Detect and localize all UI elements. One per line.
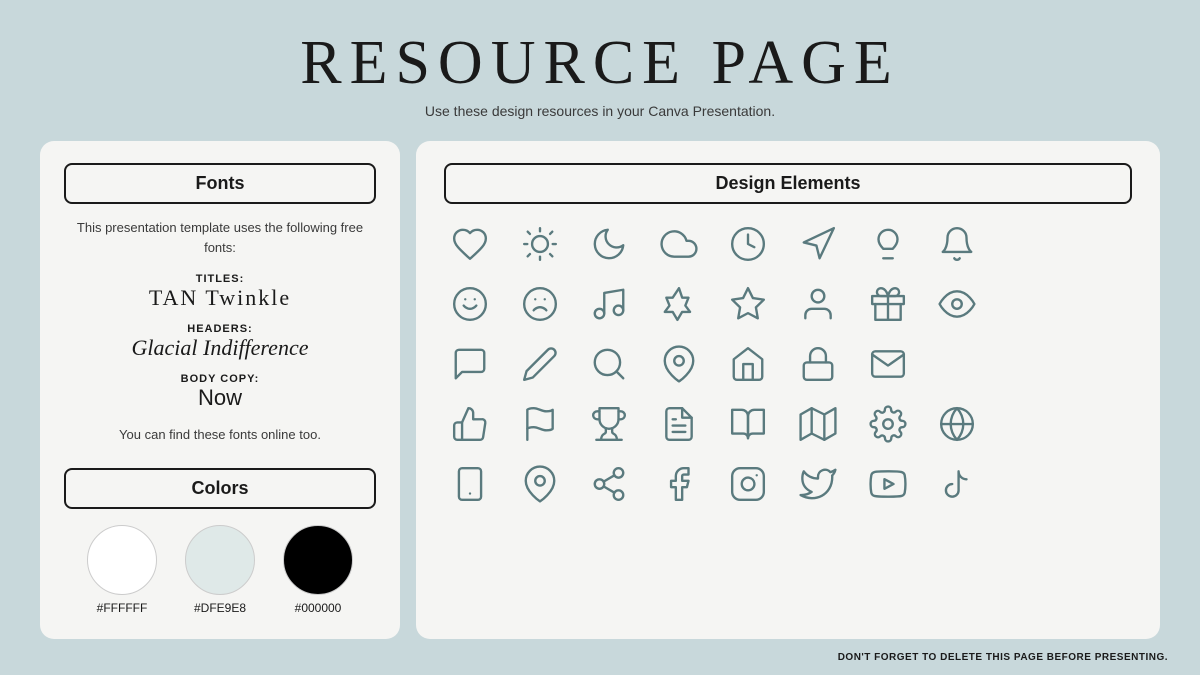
icon-user (792, 278, 844, 330)
font-label-body: BODY COPY: (64, 373, 376, 385)
page-subtitle: Use these design resources in your Canva… (300, 103, 900, 119)
icon-settings (862, 398, 914, 450)
color-swatch-white: #FFFFFF (87, 525, 157, 615)
color-hex-light: #DFE9E8 (194, 601, 246, 615)
footer-note: DON'T FORGET TO DELETE THIS PAGE BEFORE … (838, 652, 1168, 663)
icon-gift (862, 278, 914, 330)
icon-placeholder-r2c9 (1001, 278, 1053, 330)
icon-frown (514, 278, 566, 330)
design-elements-grid (444, 218, 1132, 510)
icon-mail (862, 338, 914, 390)
icon-cloud (653, 218, 705, 270)
color-swatches: #FFFFFF #DFE9E8 #000000 (64, 525, 376, 615)
icon-document (653, 398, 705, 450)
icon-search (583, 338, 635, 390)
icon-globe (931, 398, 983, 450)
icon-placeholder-r5c9 (1001, 458, 1053, 510)
icon-eye (931, 278, 983, 330)
icon-trophy (583, 398, 635, 450)
fonts-description: This presentation template uses the foll… (64, 218, 376, 257)
colors-section-header: Colors (64, 468, 376, 509)
icon-book (722, 398, 774, 450)
icon-flag (514, 398, 566, 450)
font-name-headers: Glacial Indifference (64, 335, 376, 361)
icon-placeholder-r3c8 (931, 338, 983, 390)
icon-instagram (722, 458, 774, 510)
font-label-headers: HEADERS: (64, 323, 376, 335)
design-elements-header: Design Elements (444, 163, 1132, 204)
icon-tiktok (931, 458, 983, 510)
icon-placeholder-r1c10 (1070, 218, 1122, 270)
icon-placeholder-r5c10 (1070, 458, 1122, 510)
font-entry-body: BODY COPY: Now (64, 373, 376, 411)
icon-youtube (862, 458, 914, 510)
icon-phone (444, 458, 496, 510)
color-circle-white (87, 525, 157, 595)
right-panel: Design Elements (416, 141, 1160, 639)
icon-pencil (514, 338, 566, 390)
icon-lock (792, 338, 844, 390)
font-name-body: Now (64, 385, 376, 411)
icon-share (583, 458, 635, 510)
icon-location (514, 458, 566, 510)
color-hex-white: #FFFFFF (97, 601, 148, 615)
icon-pin (653, 338, 705, 390)
main-content: Fonts This presentation template uses th… (40, 141, 1160, 639)
fonts-note: You can find these fonts online too. (64, 427, 376, 442)
font-entry-titles: TITLES: TAN Twinkle (64, 273, 376, 311)
icon-placeholder-r4c10 (1070, 398, 1122, 450)
icon-moon (583, 218, 635, 270)
icon-music (583, 278, 635, 330)
icon-star (722, 278, 774, 330)
color-hex-black: #000000 (295, 601, 342, 615)
font-name-titles: TAN Twinkle (64, 285, 376, 311)
icon-megaphone (792, 218, 844, 270)
font-entry-headers: HEADERS: Glacial Indifference (64, 323, 376, 361)
left-panel: Fonts This presentation template uses th… (40, 141, 400, 639)
icon-placeholder-r3c10 (1070, 338, 1122, 390)
icon-map (792, 398, 844, 450)
icon-placeholder-r4c9 (1001, 398, 1053, 450)
icon-smile (444, 278, 496, 330)
color-circle-light (185, 525, 255, 595)
icon-sun (514, 218, 566, 270)
icon-thumbsup (444, 398, 496, 450)
icon-clock (722, 218, 774, 270)
font-label-titles: TITLES: (64, 273, 376, 285)
icon-home (722, 338, 774, 390)
icon-facebook (653, 458, 705, 510)
icon-placeholder-r1c9 (1001, 218, 1053, 270)
color-swatch-black: #000000 (283, 525, 353, 615)
color-circle-black (283, 525, 353, 595)
page-title: RESOURCE PAGE (300, 28, 900, 99)
icon-lightbulb (862, 218, 914, 270)
icon-placeholder-r2c10 (1070, 278, 1122, 330)
icon-heart (444, 218, 496, 270)
icon-bell (931, 218, 983, 270)
icon-rocket (653, 278, 705, 330)
icon-message (444, 338, 496, 390)
icon-twitter (792, 458, 844, 510)
colors-section: Colors #FFFFFF #DFE9E8 #000000 (64, 468, 376, 615)
icon-placeholder-r3c9 (1001, 338, 1053, 390)
fonts-section-header: Fonts (64, 163, 376, 204)
color-swatch-light: #DFE9E8 (185, 525, 255, 615)
